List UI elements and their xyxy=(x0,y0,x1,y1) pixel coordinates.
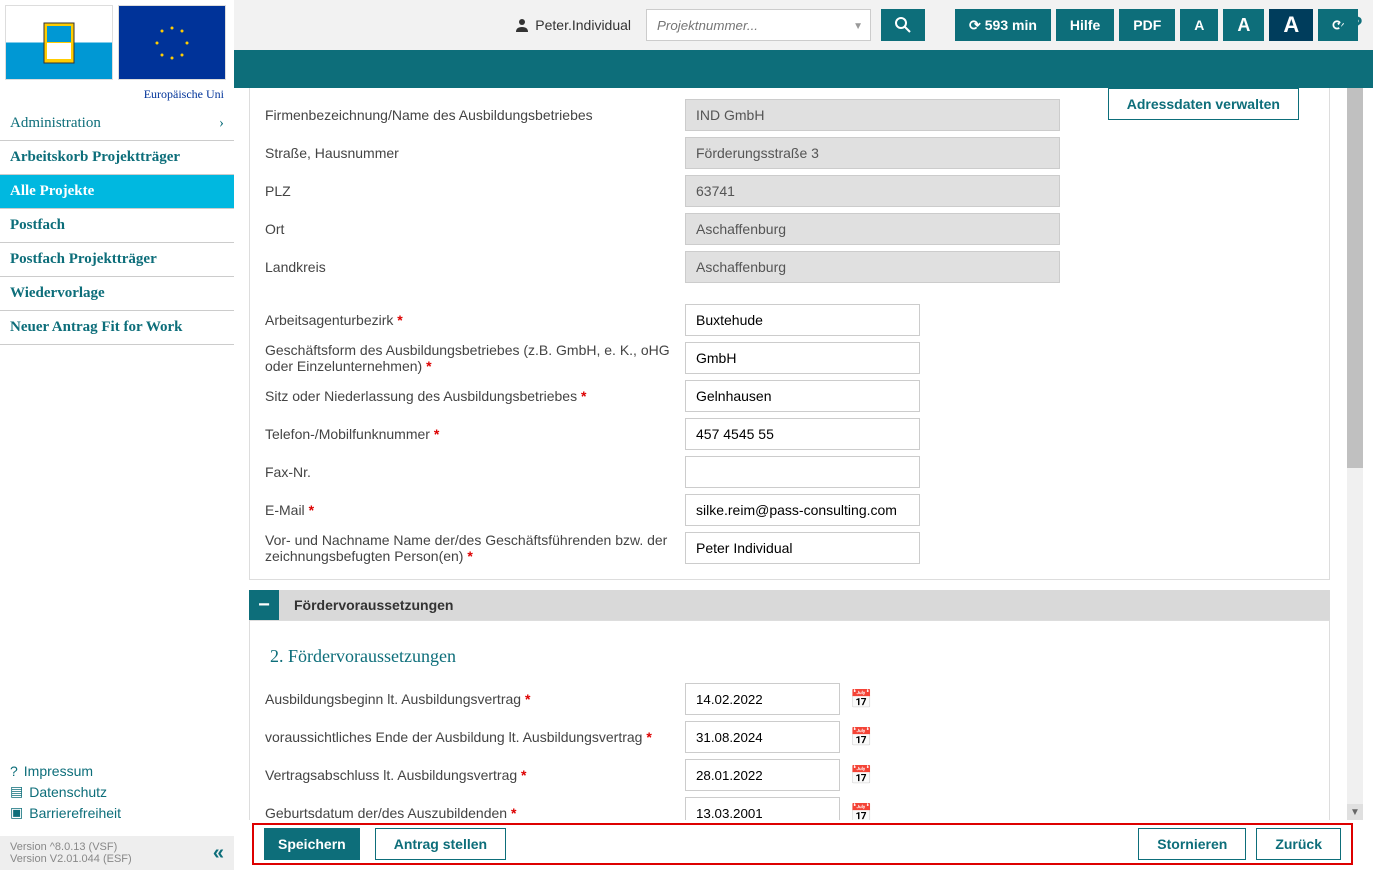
calendar-icon[interactable]: 📅 xyxy=(850,803,872,821)
label-email: E-Mail * xyxy=(265,502,685,518)
document-icon: ▤ xyxy=(10,783,23,800)
pdf-button[interactable]: PDF xyxy=(1119,9,1175,41)
input-name[interactable] xyxy=(685,532,920,564)
main-content: Adressdaten verwalten Firmenbezeichnung/… xyxy=(234,88,1345,820)
action-bar: Speichern Antrag stellen Stornieren Zurü… xyxy=(252,823,1353,865)
accessibility-icon: ▣ xyxy=(10,804,23,821)
version-info: Version ^8.0.13 (VSF) Version V2.01.044 … xyxy=(0,836,234,870)
input-email[interactable] xyxy=(685,494,920,526)
refresh-icon: ⟳ xyxy=(969,17,981,34)
label-firma: Firmenbezeichnung/Name des Ausbildungsbe… xyxy=(265,107,685,123)
label-strasse: Straße, Hausnummer xyxy=(265,145,685,161)
input-landkreis xyxy=(685,251,1060,283)
label-beginn: Ausbildungsbeginn lt. Ausbildungsvertrag… xyxy=(265,691,685,707)
eu-funding-label: Europäische Uni xyxy=(0,85,234,107)
user-icon xyxy=(514,17,530,33)
dropdown-icon[interactable]: ▼ xyxy=(853,21,863,32)
label-landkreis: Landkreis xyxy=(265,259,685,275)
back-button[interactable]: Zurück xyxy=(1256,828,1341,860)
footer-links: ?Impressum ▤Datenschutz ▣Barrierefreihei… xyxy=(10,759,121,825)
calendar-icon[interactable]: 📅 xyxy=(850,689,872,710)
label-geschaeft: Geschäftsform des Ausbildungsbetriebes (… xyxy=(265,342,685,374)
nav-wiedervorlage[interactable]: Wiedervorlage xyxy=(0,277,234,311)
input-telefon[interactable] xyxy=(685,418,920,450)
input-fax[interactable] xyxy=(685,456,920,488)
input-ende[interactable] xyxy=(685,721,840,753)
question-icon: ? xyxy=(10,763,18,779)
link-barrierefreiheit[interactable]: ▣Barrierefreiheit xyxy=(10,804,121,821)
project-search[interactable]: ▼ xyxy=(646,9,871,41)
nav-postfach[interactable]: Postfach xyxy=(0,209,234,243)
save-button[interactable]: Speichern xyxy=(264,828,360,860)
sidebar-collapse-button[interactable]: « xyxy=(213,842,224,865)
logo-bavaria xyxy=(5,5,113,80)
label-geburt: Geburtsdatum der/des Auszubildenden * xyxy=(265,805,685,820)
label-fax: Fax-Nr. xyxy=(265,464,685,480)
font-size-medium[interactable]: A xyxy=(1223,9,1264,41)
input-abschluss[interactable] xyxy=(685,759,840,791)
nav-administration[interactable]: Administration› xyxy=(0,107,234,141)
teal-separator xyxy=(234,50,1373,88)
timer-button[interactable]: ⟳593 min xyxy=(955,9,1051,41)
input-geschaeft[interactable] xyxy=(685,342,920,374)
nav-neuer-antrag[interactable]: Neuer Antrag Fit for Work xyxy=(0,311,234,345)
input-agentur[interactable] xyxy=(685,304,920,336)
user-info: Peter.Individual xyxy=(514,17,631,33)
input-beginn[interactable] xyxy=(685,683,840,715)
input-firma xyxy=(685,99,1060,131)
submit-application-button[interactable]: Antrag stellen xyxy=(375,828,506,860)
label-ende: voraussichtliches Ende der Ausbildung lt… xyxy=(265,729,685,745)
logo-eu xyxy=(118,5,226,80)
section-header-foerder: − Fördervoraussetzungen xyxy=(249,590,1330,620)
sidebar: Europäische Uni Administration› Arbeitsk… xyxy=(0,0,234,870)
label-plz: PLZ xyxy=(265,183,685,199)
input-ort xyxy=(685,213,1060,245)
input-plz xyxy=(685,175,1060,207)
calendar-icon[interactable]: 📅 xyxy=(850,765,872,786)
project-number-input[interactable] xyxy=(646,9,871,41)
help-button[interactable]: Hilfe xyxy=(1056,9,1114,41)
scrollbar-down-icon[interactable]: ▼ xyxy=(1347,804,1363,820)
section-collapse-button[interactable]: − xyxy=(249,590,279,620)
link-impressum[interactable]: ?Impressum xyxy=(10,763,121,779)
input-geburt[interactable] xyxy=(685,797,840,820)
search-icon xyxy=(895,17,911,33)
input-sitz[interactable] xyxy=(685,380,920,412)
label-telefon: Telefon-/Mobilfunknummer * xyxy=(265,426,685,442)
input-strasse xyxy=(685,137,1060,169)
chevron-right-icon: › xyxy=(219,115,224,132)
label-abschluss: Vertragsabschluss lt. Ausbildungsvertrag… xyxy=(265,767,685,783)
label-agentur: Arbeitsagenturbezirk * xyxy=(265,312,685,328)
nav-postfach-traeger[interactable]: Postfach Projektträger xyxy=(0,243,234,277)
nav-alle-projekte[interactable]: Alle Projekte xyxy=(0,175,234,209)
label-ort: Ort xyxy=(265,221,685,237)
subsection-title: 2. Fördervoraussetzungen xyxy=(270,646,1314,667)
cancel-button[interactable]: Stornieren xyxy=(1138,828,1246,860)
scrollbar-thumb[interactable] xyxy=(1347,88,1363,468)
nav-arbeitskorb[interactable]: Arbeitskorb Projektträger xyxy=(0,141,234,175)
manage-address-button[interactable]: Adressdaten verwalten xyxy=(1108,88,1299,120)
label-sitz: Sitz oder Niederlassung des Ausbildungsb… xyxy=(265,388,685,404)
link-datenschutz[interactable]: ▤Datenschutz xyxy=(10,783,121,800)
calendar-icon[interactable]: 📅 xyxy=(850,727,872,748)
search-button[interactable] xyxy=(881,9,925,41)
font-size-large[interactable]: A xyxy=(1269,9,1313,41)
context-help-icon[interactable]: «? xyxy=(1337,12,1363,38)
font-size-small[interactable]: A xyxy=(1180,9,1218,41)
scrollbar[interactable]: ▼ xyxy=(1347,88,1363,820)
label-name: Vor- und Nachname Name der/des Geschäfts… xyxy=(265,532,685,564)
